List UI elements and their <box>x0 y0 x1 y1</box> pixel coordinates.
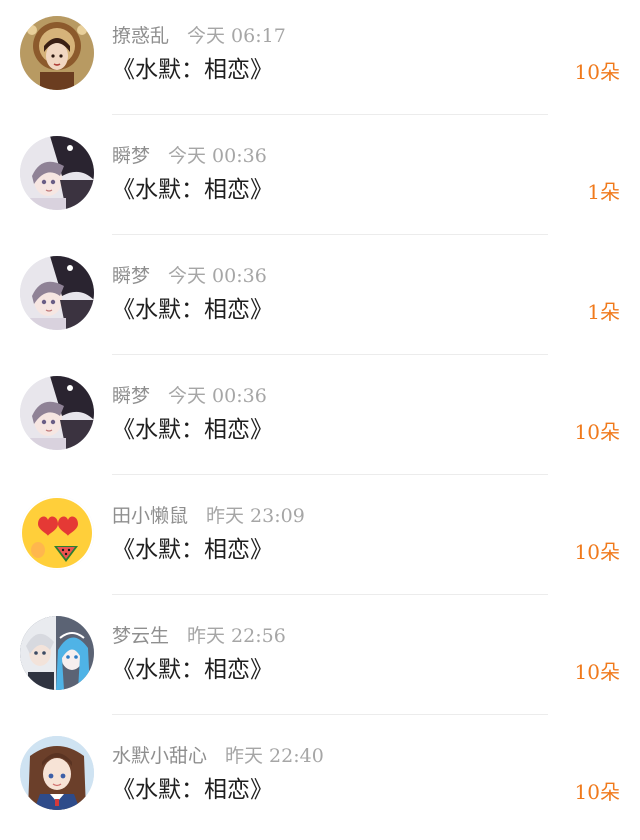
book-title[interactable]: 《水默：相恋》 <box>112 173 273 207</box>
timestamp: 昨天 23:09 <box>206 505 305 527</box>
gift-meta: 田小懒鼠 昨天 23:09 <box>112 502 305 530</box>
gift-meta: 水默小甜心 昨天 22:40 <box>112 742 324 770</box>
flower-count: 1朵 <box>587 300 620 324</box>
antique-portrait-avatar[interactable] <box>20 16 94 90</box>
gift-meta: 瞬梦 今天 00:36 <box>112 142 267 170</box>
gift-meta: 撩惑乱 今天 06:17 <box>112 22 286 50</box>
divider <box>112 114 548 115</box>
divider <box>112 714 548 715</box>
timestamp: 今天 00:36 <box>168 145 267 167</box>
timestamp: 今天 00:36 <box>168 385 267 407</box>
timestamp: 今天 06:17 <box>187 25 286 47</box>
book-title[interactable]: 《水默：相恋》 <box>112 773 273 807</box>
username[interactable]: 梦云生 <box>112 622 169 650</box>
anime-couple-avatar[interactable] <box>20 376 94 450</box>
gift-item[interactable]: 撩惑乱 今天 06:17 《水默：相恋》 10朵 <box>0 0 640 120</box>
gift-item[interactable]: 梦云生 昨天 22:56 《水默：相恋》 10朵 <box>0 600 640 720</box>
timestamp: 今天 00:36 <box>168 265 267 287</box>
gift-list: 撩惑乱 今天 06:17 《水默：相恋》 10朵 瞬梦 今天 00:36 《水默：相… <box>0 0 640 840</box>
anime-couple-avatar[interactable] <box>20 136 94 210</box>
divider <box>112 234 548 235</box>
book-title[interactable]: 《水默：相恋》 <box>112 413 273 447</box>
heart-eyes-emoji-avatar[interactable] <box>20 496 94 570</box>
divider <box>112 354 548 355</box>
anime-couple-avatar[interactable] <box>20 256 94 330</box>
book-title[interactable]: 《水默：相恋》 <box>112 533 273 567</box>
flower-count: 10朵 <box>574 60 620 84</box>
username[interactable]: 瞬梦 <box>112 382 150 410</box>
username[interactable]: 撩惑乱 <box>112 22 169 50</box>
timestamp: 昨天 22:40 <box>225 745 324 767</box>
gift-meta: 瞬梦 今天 00:36 <box>112 262 267 290</box>
gift-item[interactable]: 瞬梦 今天 00:36 《水默：相恋》 1朵 <box>0 120 640 240</box>
flower-count: 10朵 <box>574 420 620 444</box>
gift-item[interactable]: 田小懒鼠 昨天 23:09 《水默：相恋》 10朵 <box>0 480 640 600</box>
flower-count: 10朵 <box>574 780 620 804</box>
anime-pair-avatar[interactable] <box>20 616 94 690</box>
flower-count: 10朵 <box>574 660 620 684</box>
divider <box>112 594 548 595</box>
divider <box>112 474 548 475</box>
timestamp: 昨天 22:56 <box>187 625 286 647</box>
gift-meta: 瞬梦 今天 00:36 <box>112 382 267 410</box>
book-title[interactable]: 《水默：相恋》 <box>112 53 273 87</box>
username[interactable]: 水默小甜心 <box>112 742 207 770</box>
gift-item[interactable]: 瞬梦 今天 00:36 《水默：相恋》 1朵 <box>0 240 640 360</box>
gift-meta: 梦云生 昨天 22:56 <box>112 622 286 650</box>
book-title[interactable]: 《水默：相恋》 <box>112 293 273 327</box>
anime-schoolgirl-avatar[interactable] <box>20 736 94 810</box>
username[interactable]: 瞬梦 <box>112 142 150 170</box>
username[interactable]: 田小懒鼠 <box>112 502 188 530</box>
flower-count: 10朵 <box>574 540 620 564</box>
flower-count: 1朵 <box>587 180 620 204</box>
username[interactable]: 瞬梦 <box>112 262 150 290</box>
book-title[interactable]: 《水默：相恋》 <box>112 653 273 687</box>
gift-item[interactable]: 瞬梦 今天 00:36 《水默：相恋》 10朵 <box>0 360 640 480</box>
gift-item[interactable]: 水默小甜心 昨天 22:40 《水默：相恋》 10朵 <box>0 720 640 840</box>
